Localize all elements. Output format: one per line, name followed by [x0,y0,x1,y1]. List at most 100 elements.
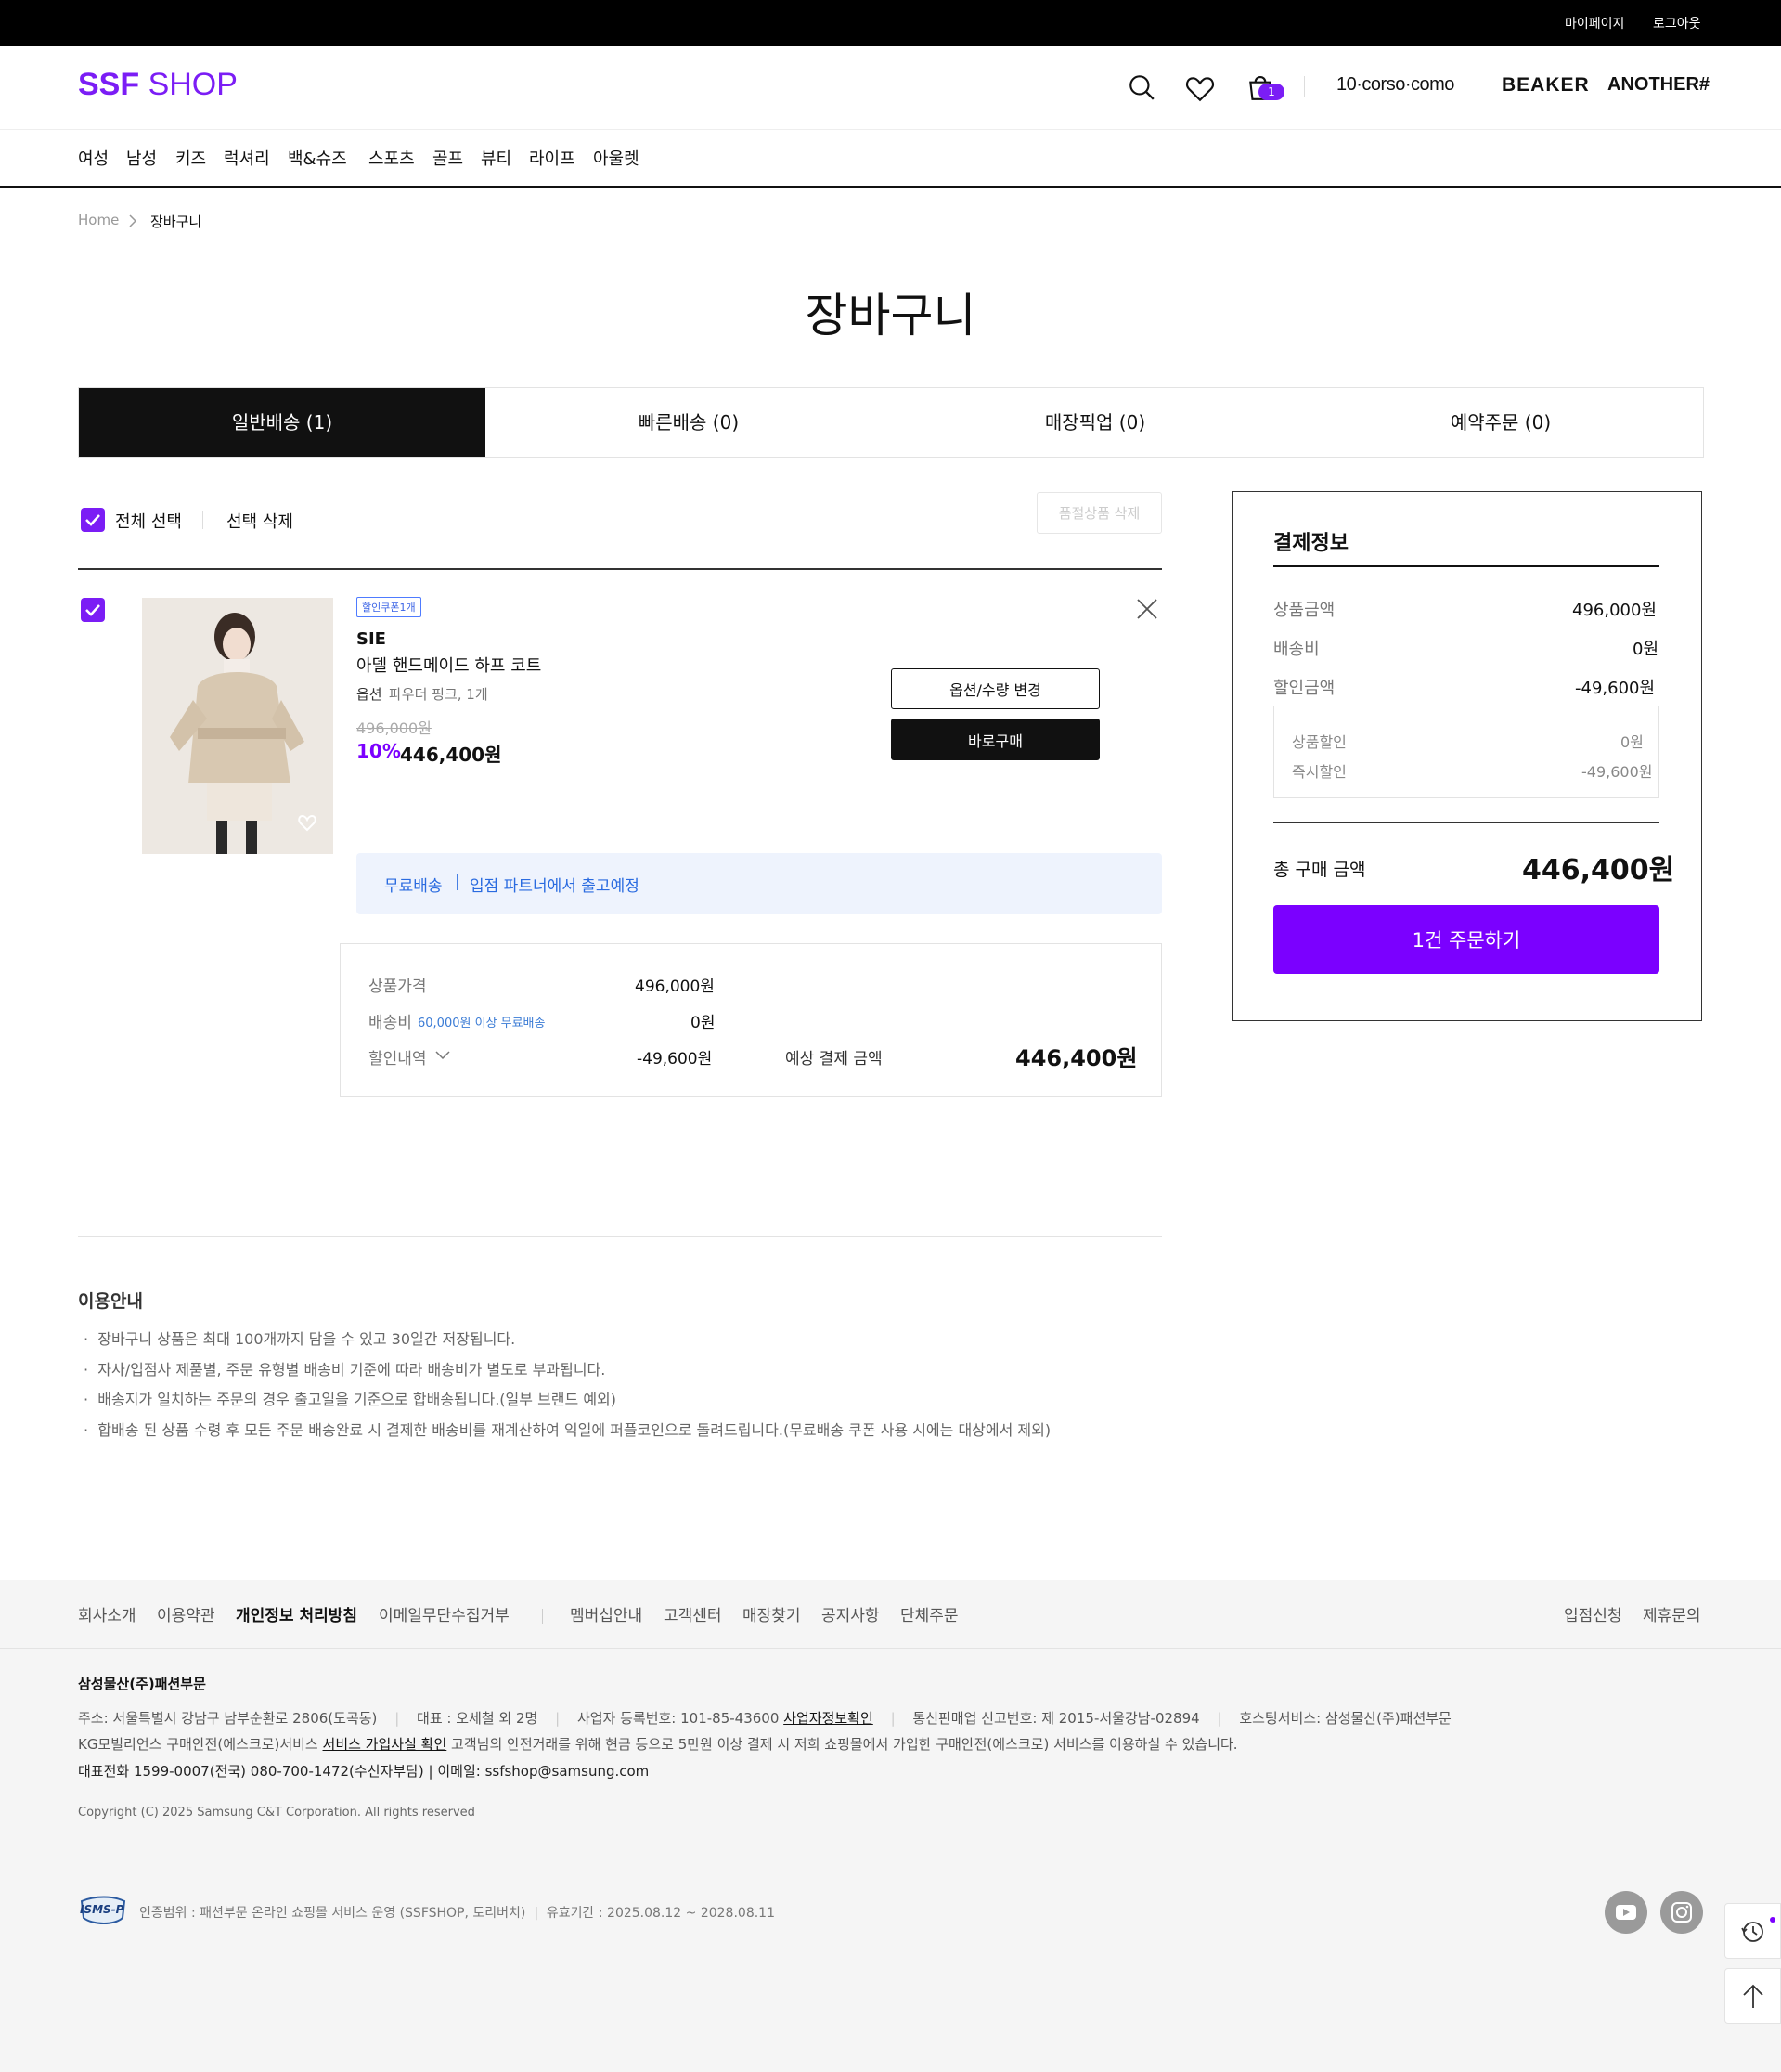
payment-total-value: 446,400원 [1522,854,1675,887]
footer-store-link[interactable]: 매장찾기 [742,1602,801,1625]
breadcrumb-current: 장바구니 [150,214,202,230]
chevron-right-icon [129,214,137,227]
history-icon [1741,1917,1775,1942]
instant-discount-value: -49,600원 [1581,763,1653,781]
footer-affiliate-link[interactable]: 제휴문의 [1643,1602,1701,1625]
footer-business-info: 주소: 서울특별시 강남구 남부순환로 2806(도곡동) | 대표 : 오세철… [78,1710,1452,1727]
notice-item: · 장바구니 상품은 최대 100개까지 담을 수 있고 30일간 저장됩니다. [84,1330,516,1348]
close-icon[interactable] [1136,598,1158,620]
shipping-info-box: 무료배송 | 입점 파트너에서 출고예정 [356,853,1162,914]
nav-kids[interactable]: 키즈 [175,146,206,170]
brand-10corsocomo[interactable]: 10·corso·como [1336,74,1454,96]
footer-cs-link[interactable]: 고객센터 [664,1602,722,1625]
footer-company-name: 삼성물산(주)패션부문 [78,1676,206,1692]
payment-discount-label: 할인금액 [1273,679,1336,698]
footer-email-link[interactable]: 이메일무단수집거부 [379,1602,510,1625]
breadcrumb-home[interactable]: Home [78,212,119,228]
expected-payment-label: 예상 결제 금액 [785,1050,883,1068]
mypage-link[interactable]: 마이페이지 [1565,14,1624,32]
payment-title-underline [1273,565,1659,567]
nav-beauty[interactable]: 뷰티 [481,146,511,170]
payment-title: 결제정보 [1273,532,1349,555]
delete-selected-button[interactable]: 선택 삭제 [226,509,293,533]
tab-reservation[interactable]: 예약주문 (0) [1298,388,1703,457]
ssf-shop-logo[interactable]: SSF SHOP [78,67,238,103]
footer-company-link[interactable]: 회사소개 [78,1602,136,1625]
nav-luxury[interactable]: 럭셔리 [224,146,270,170]
main-nav: 여성 남성 키즈 럭셔리 백&슈즈 스포츠 골프 뷰티 라이프 아울렛 [0,130,1781,188]
summary-ship-value: 0원 [690,1014,716,1032]
escrow-check-link[interactable]: 서비스 가입사실 확인 [323,1736,447,1753]
scroll-top-button[interactable] [1724,1968,1781,2024]
footer [0,1580,1781,2072]
payment-product-value: 496,000원 [1572,601,1657,620]
discount-details-toggle[interactable]: 할인내역 [368,1045,427,1068]
logout-link[interactable]: 로그아웃 [1653,14,1701,32]
nav-life[interactable]: 라이프 [529,146,575,170]
footer-escrow-info: KG모빌리언스 구매안전(에스크로)서비스 서비스 가입사실 확인 고객님의 안… [78,1736,1238,1753]
product-name[interactable]: 아델 핸드메이드 하프 코트 [356,653,541,677]
page-title: 장바구니 [805,289,976,343]
product-discount-value: 0원 [1620,733,1644,751]
youtube-icon[interactable] [1605,1891,1647,1934]
nav-sports[interactable]: 스포츠 [368,146,415,170]
expected-payment-value: 446,400원 [1015,1045,1138,1071]
nav-women[interactable]: 여성 [78,146,109,170]
tab-store-pickup[interactable]: 매장픽업 (0) [892,388,1298,457]
summary-ship-label: 배송비 [368,1014,412,1032]
notice-title: 이용안내 [78,1291,143,1312]
payment-ship-value: 0원 [1633,640,1659,659]
list-top-divider [78,568,1162,570]
header-divider [1304,76,1305,97]
isms-p-logo: ISMS-P [78,1894,128,1929]
summary-price-label: 상품가격 [368,978,427,996]
business-info-check-link[interactable]: 사업자정보확인 [783,1710,873,1727]
option-value: 파우더 핑크, 1개 [389,686,488,703]
tab-fast-delivery[interactable]: 빠른배송 (0) [485,388,892,457]
discount-rate: 10% [356,740,401,762]
free-shipping-label: 무료배송 [384,877,443,896]
original-price: 496,000원 [356,719,432,737]
buy-now-button[interactable]: 바로구매 [891,719,1100,760]
search-icon[interactable] [1127,72,1156,102]
delivery-tabs: 일반배송 (1) 빠른배송 (0) 매장픽업 (0) 예약주문 (0) [78,387,1704,458]
footer-partner-apply-link[interactable]: 입점신청 [1564,1602,1622,1625]
order-button[interactable]: 1건 주문하기 [1273,905,1659,974]
summary-ship-note: 60,000원 이상 무료배송 [418,1017,546,1030]
chevron-down-icon[interactable] [435,1051,450,1060]
payment-total-divider [1273,822,1659,823]
summary-discount-value: -49,600원 [637,1050,713,1068]
footer-divider [0,1648,1781,1649]
nav-bags-shoes[interactable]: 백&슈즈 [288,146,347,170]
change-option-button[interactable]: 옵션/수량 변경 [891,668,1100,709]
heart-icon[interactable] [1185,74,1215,104]
isms-certification-info: 인증범위 : 패션부문 온라인 쇼핑몰 서비스 운영 (SSFSHOP, 토리버… [139,1906,775,1921]
cart-count-badge: 1 [1258,84,1284,100]
footer-group-order-link[interactable]: 단체주문 [900,1602,959,1625]
nav-outlet[interactable]: 아울렛 [593,146,639,170]
delete-soldout-button[interactable]: 품절상품 삭제 [1037,492,1162,534]
footer-contact: 대표전화 1599-0007(전국) 080-700-1472(수신자부담) |… [78,1763,650,1780]
item-checkbox[interactable] [81,598,105,622]
brand-another[interactable]: ANOTHER# [1607,74,1710,96]
footer-notice-link[interactable]: 공지사항 [821,1602,880,1625]
instagram-icon[interactable] [1660,1891,1703,1934]
notice-item: · 자사/입점사 제품별, 주문 유형별 배송비 기준에 따라 배송비가 별도로… [84,1361,606,1379]
recent-history-button[interactable] [1724,1903,1781,1959]
coupon-badge: 할인쿠폰1개 [356,597,421,617]
select-all-checkbox[interactable] [81,508,105,532]
instant-discount-label: 즉시할인 [1292,763,1347,781]
nav-men[interactable]: 남성 [126,146,157,170]
nav-golf[interactable]: 골프 [432,146,463,170]
product-image[interactable] [142,598,333,854]
shipping-partner-note: 입점 파트너에서 출고예정 [470,877,639,896]
brand-beaker[interactable]: BEAKER [1502,74,1590,97]
top-bar: 마이페이지 로그아웃 [0,0,1781,46]
product-brand[interactable]: SIE [356,629,386,649]
notice-item: · 배송지가 일치하는 주문의 경우 출고일을 기준으로 합배송됩니다.(일부 … [84,1391,617,1408]
select-all-label[interactable]: 전체 선택 [115,509,182,533]
footer-terms-link[interactable]: 이용약관 [157,1602,215,1625]
footer-privacy-link[interactable]: 개인정보 처리방침 [236,1602,357,1625]
tab-standard-delivery[interactable]: 일반배송 (1) [79,388,485,457]
footer-membership-link[interactable]: 멤버십안내 [570,1602,642,1625]
